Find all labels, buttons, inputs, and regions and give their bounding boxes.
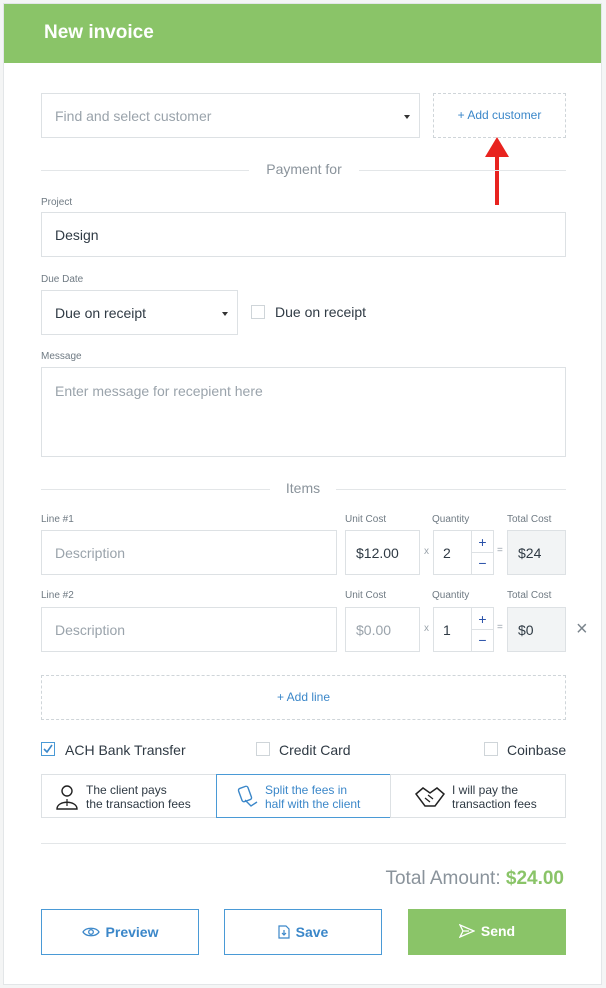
- fee-option-line1: I will pay the: [452, 783, 519, 797]
- items-title: Items: [270, 480, 336, 496]
- multiply-sign: x: [424, 623, 429, 634]
- due-date-value: Due on receipt: [55, 305, 147, 321]
- unit-cost-input[interactable]: $0.00: [345, 607, 420, 652]
- quantity-stepper[interactable]: 2 + −: [433, 530, 494, 575]
- preview-label: Preview: [105, 924, 159, 940]
- total-cost-label: Total Cost: [507, 590, 552, 601]
- project-label: Project: [41, 197, 73, 208]
- due-date-label: Due Date: [41, 274, 84, 285]
- preview-button[interactable]: Preview: [41, 909, 199, 955]
- quantity-value: 2: [443, 545, 451, 561]
- quantity-stepper[interactable]: 1 + −: [433, 607, 494, 652]
- save-button[interactable]: Save: [224, 909, 382, 955]
- header-bar: New invoice: [4, 4, 601, 63]
- total-amount: Total Amount: $24.00: [385, 868, 564, 890]
- fee-option-line1: Split the fees in: [265, 783, 348, 797]
- coinbase-label: Coinbase: [507, 742, 567, 758]
- project-value: Design: [55, 227, 99, 243]
- fee-option-line2: the transaction fees: [86, 797, 191, 811]
- handshake-icon: [415, 787, 445, 807]
- add-line-label: + Add line: [276, 690, 331, 704]
- quantity-value: 1: [443, 622, 451, 638]
- close-icon: ×: [576, 618, 588, 640]
- file-download-icon: [278, 925, 290, 939]
- description-placeholder: Description: [55, 622, 126, 638]
- unit-cost-value: $12.00: [356, 545, 399, 561]
- fee-option-client-pays[interactable]: The client pays the transaction fees: [41, 774, 217, 818]
- add-line-button[interactable]: + Add line: [41, 675, 566, 720]
- add-customer-button[interactable]: + Add customer: [433, 93, 566, 138]
- due-on-receipt-checkbox[interactable]: [251, 305, 265, 319]
- remove-line-button[interactable]: ×: [576, 619, 588, 639]
- message-label: Message: [41, 351, 82, 362]
- add-customer-label: + Add customer: [457, 108, 542, 122]
- total-value: $24.00: [505, 868, 564, 889]
- description-placeholder: Description: [55, 545, 126, 561]
- payment-for-title: Payment for: [249, 161, 359, 177]
- quantity-label: Quantity: [432, 590, 470, 601]
- decrement-button[interactable]: −: [471, 553, 493, 574]
- credit-card-checkbox[interactable]: [256, 742, 270, 756]
- increment-button[interactable]: +: [471, 608, 493, 630]
- chevron-down-icon: [222, 312, 228, 316]
- decrement-button[interactable]: −: [471, 630, 493, 651]
- send-button[interactable]: Send: [408, 909, 566, 955]
- checkmark-icon: [43, 744, 53, 754]
- due-on-receipt-label: Due on receipt: [275, 304, 367, 320]
- line-total-value: $24: [518, 545, 542, 561]
- save-label: Save: [295, 924, 329, 940]
- fee-option-split[interactable]: Split the fees in half with the client: [216, 774, 391, 818]
- due-date-select[interactable]: Due on receipt: [41, 290, 238, 335]
- project-input[interactable]: Design: [41, 212, 566, 257]
- equals-sign: =: [497, 545, 503, 556]
- coinbase-checkbox[interactable]: [484, 742, 498, 756]
- hand-tag-icon: [237, 785, 258, 807]
- eye-icon: [81, 927, 100, 937]
- multiply-sign: x: [424, 546, 429, 557]
- unit-cost-label: Unit Cost: [345, 514, 387, 525]
- fee-option-i-pay[interactable]: I will pay the transaction fees: [390, 774, 566, 818]
- fee-option-line1: The client pays: [86, 783, 167, 797]
- invoice-card: New invoice Find and select customer + A…: [3, 3, 602, 985]
- line-label: Line #1: [41, 514, 74, 525]
- ach-label: ACH Bank Transfer: [65, 742, 186, 758]
- line-total-value: $0: [518, 622, 534, 638]
- send-icon: [458, 923, 476, 939]
- line-total: $24: [507, 530, 566, 575]
- credit-card-label: Credit Card: [279, 742, 351, 758]
- message-textarea[interactable]: Enter message for recepient here: [41, 367, 566, 457]
- total-label: Total Amount:: [385, 868, 501, 889]
- unit-cost-value: $0.00: [356, 622, 392, 638]
- line-total: $0: [507, 607, 566, 652]
- red-arrow-icon: [485, 137, 509, 205]
- ach-checkbox[interactable]: [41, 742, 55, 756]
- message-placeholder: Enter message for recepient here: [55, 383, 263, 399]
- send-label: Send: [480, 923, 516, 939]
- description-input[interactable]: Description: [41, 530, 337, 575]
- customer-select-placeholder: Find and select customer: [55, 108, 212, 124]
- person-icon: [56, 785, 78, 810]
- description-input[interactable]: Description: [41, 607, 337, 652]
- total-divider: [41, 843, 566, 844]
- line-label: Line #2: [41, 590, 74, 601]
- customer-select[interactable]: Find and select customer: [41, 93, 420, 138]
- equals-sign: =: [497, 622, 503, 633]
- quantity-label: Quantity: [432, 514, 470, 525]
- page-title: New invoice: [44, 22, 154, 43]
- chevron-down-icon: [404, 115, 410, 119]
- increment-button[interactable]: +: [471, 531, 493, 553]
- fee-option-line2: half with the client: [265, 797, 361, 811]
- unit-cost-input[interactable]: $12.00: [345, 530, 420, 575]
- fee-option-line2: transaction fees: [452, 797, 537, 811]
- total-cost-label: Total Cost: [507, 514, 552, 525]
- unit-cost-label: Unit Cost: [345, 590, 387, 601]
